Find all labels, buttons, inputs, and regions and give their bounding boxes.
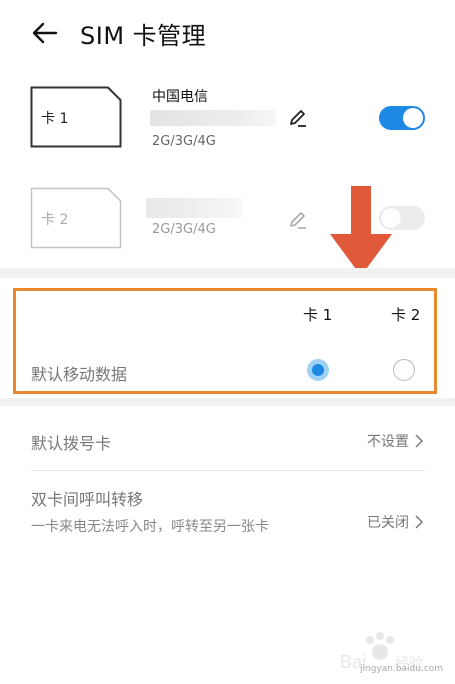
call-forward-value[interactable]: 已关闭 [367, 512, 423, 532]
edit-sim-1-icon[interactable] [288, 108, 308, 128]
back-arrow-icon[interactable] [30, 18, 60, 48]
call-forward-description: 一卡来电无法呼入时，呼转至另一张卡 [31, 519, 269, 535]
sim-1-toggle[interactable] [379, 106, 425, 130]
default-data-sim-2-radio[interactable] [393, 359, 415, 381]
chevron-right-icon [415, 515, 423, 529]
default-dial-card-value[interactable]: 不设置 [367, 431, 423, 451]
sim-2-network-types: 2G/3G/4G [152, 222, 216, 237]
sim-1-carrier: 中国电信 [152, 89, 208, 105]
column-header-sim-2: 卡 2 [391, 306, 421, 324]
sim-2-name-blurred [146, 198, 242, 218]
sim-card-1-label: 卡 1 [41, 111, 69, 127]
sim-1-network-types: 2G/3G/4G [152, 134, 216, 149]
default-mobile-data-label: 默认移动数据 [31, 365, 128, 384]
sim-1-number-blurred [150, 110, 276, 126]
default-data-sim-1-radio[interactable] [307, 359, 329, 381]
list-divider [31, 470, 425, 471]
section-divider [0, 268, 455, 278]
red-down-arrow-icon [330, 186, 392, 276]
page-title: SIM 卡管理 [80, 22, 207, 50]
watermark-url: jingyan.baidu.com [360, 664, 444, 674]
section-divider-2 [0, 398, 455, 406]
sim-card-2-label: 卡 2 [41, 212, 69, 228]
call-forward-label[interactable]: 双卡间呼叫转移 [31, 486, 143, 510]
column-header-sim-1: 卡 1 [303, 306, 333, 324]
default-dial-card-label[interactable]: 默认拨号卡 [31, 430, 111, 454]
chevron-right-icon [415, 434, 423, 448]
edit-sim-2-icon[interactable] [288, 210, 308, 230]
default-dial-card-value-text: 不设置 [367, 434, 409, 450]
sim-management-page: SIM 卡管理 卡 1 中国电信 2G/3G/4G 卡 2 2G/3G/4G 卡… [0, 0, 455, 684]
call-forward-value-text: 已关闭 [367, 515, 409, 531]
